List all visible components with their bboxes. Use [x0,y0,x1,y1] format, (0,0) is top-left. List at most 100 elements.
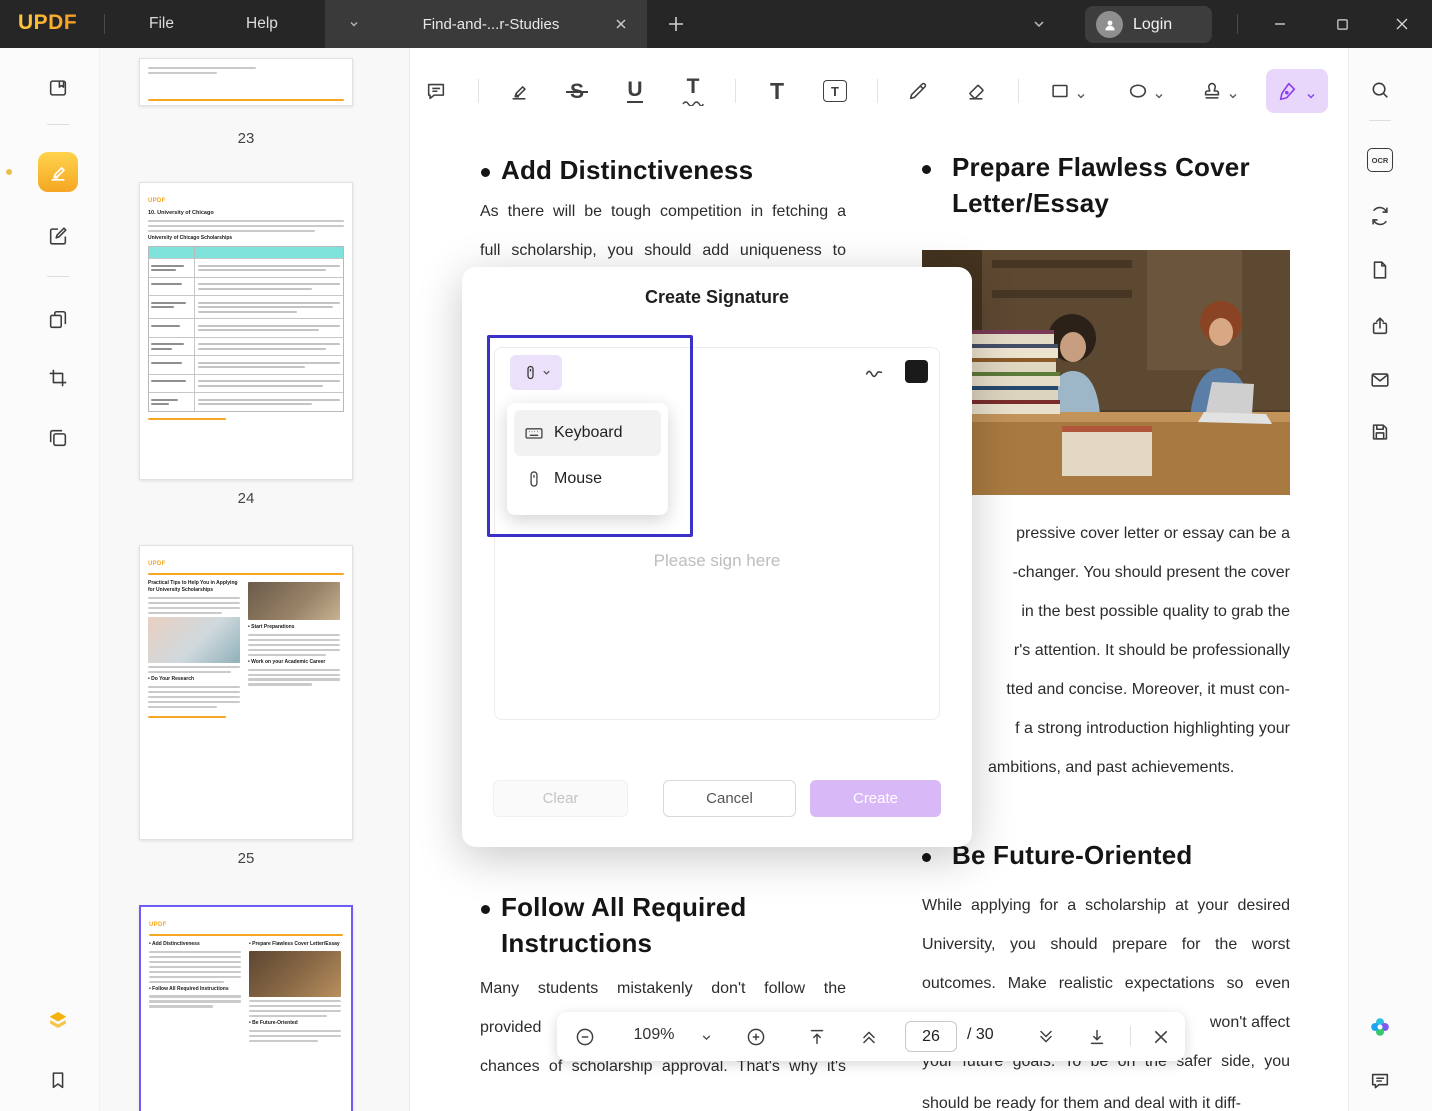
ellipse-shape-icon[interactable] [1121,74,1155,108]
thumbnail-text-lines [148,220,344,232]
color-swatch-black[interactable] [905,360,928,383]
ellipse-chevron-icon[interactable] [1152,79,1166,113]
file-menu[interactable]: File [135,0,188,48]
underline-icon[interactable]: U [618,74,652,108]
dialog-title: Create Signature [462,287,972,308]
ocr-icon[interactable]: OCR [1364,144,1396,176]
pencil-draw-icon[interactable] [901,74,935,108]
clear-button[interactable]: Clear [493,780,628,817]
divider [1369,120,1391,121]
organize-pages-icon[interactable] [38,300,78,340]
doc-text-line: f a strong introduction highlighting you… [1015,720,1290,738]
ai-assistant-icon[interactable] [1364,1011,1396,1043]
login-button[interactable]: Login [1085,6,1212,43]
zoom-chevron-icon[interactable] [699,1025,713,1049]
bullet-point [481,168,490,177]
signature-icon[interactable] [1270,74,1304,108]
divider [1018,79,1019,103]
active-indicator-dot [6,169,12,175]
doc-text-line: chances of scholarship approval. That's … [480,1058,846,1082]
reader-mode-icon[interactable] [38,68,78,108]
strikethrough-icon[interactable]: S [560,74,594,108]
dropdown-option-mouse[interactable]: Mouse [514,456,661,502]
maximize-button[interactable] [1326,8,1358,40]
zoom-level[interactable]: 109% [619,1026,689,1044]
thumbnail-page-25[interactable]: UPDF Practical Tips to Help You in Apply… [139,545,353,840]
thumbnail-table [148,246,344,412]
share-icon[interactable] [1364,310,1396,342]
doc-text-line: tted and concise. Moreover, it must con- [1006,681,1290,699]
doc-text-line: provided [480,1019,541,1037]
create-button[interactable]: Create [810,780,941,817]
divider [1237,14,1238,34]
convert-icon[interactable] [1364,200,1396,232]
minimize-button[interactable] [1264,8,1296,40]
thumb-bullet: • Start Preparations [248,624,340,631]
search-icon[interactable] [1364,74,1396,106]
doc-text-line: ambitions, and past achievements. [988,759,1234,777]
save-icon[interactable] [1364,416,1396,448]
doc-text-line: University, you should prepare for the w… [922,936,1290,960]
close-button[interactable] [1386,8,1418,40]
thumbnail-text-lines [148,67,344,74]
crop-pages-icon[interactable] [38,358,78,398]
stroke-style-wave-icon[interactable] [862,362,886,384]
thumbnail-page-23[interactable] [139,58,353,106]
divider [877,79,878,103]
note-comment-icon[interactable] [419,74,453,108]
tab-chevron-icon[interactable] [349,19,359,29]
thumbnail-text-lines [249,1000,341,1017]
last-page-icon[interactable] [1085,1025,1109,1049]
eraser-icon[interactable] [959,74,993,108]
previous-page-icon[interactable] [857,1025,881,1049]
updf-app-window: UPDF File Help Find-and-...r-Studies Log… [0,0,1432,1111]
thumbnail-page-24[interactable]: UPDF 10. University of Chicago Universit… [139,182,353,480]
current-page-input[interactable]: 26 [905,1021,957,1052]
text-box-icon[interactable]: T [818,74,852,108]
thumb-heading: • Be Future-Oriented [249,1020,341,1027]
zoom-out-icon[interactable] [573,1025,597,1049]
bookmark-icon[interactable] [38,1060,78,1100]
login-label: Login [1133,16,1172,34]
thumb-title: 10. University of Chicago [148,210,344,217]
batch-process-icon[interactable] [38,418,78,458]
tab-list-chevron-icon[interactable] [1032,18,1046,30]
edit-pdf-icon[interactable] [38,216,78,256]
document-tab[interactable]: Find-and-...r-Studies [325,0,647,48]
new-tab-button[interactable] [664,12,688,36]
page-edit-icon[interactable] [1364,254,1396,286]
feedback-chat-icon[interactable] [1364,1065,1396,1097]
layers-icon[interactable] [38,1000,78,1040]
rectangle-chevron-icon[interactable] [1074,79,1088,113]
stamp-chevron-icon[interactable] [1226,79,1240,113]
dropdown-option-keyboard[interactable]: Keyboard [514,410,661,456]
highlight-icon[interactable] [502,74,536,108]
thumbnail-text-lines [248,669,340,686]
create-signature-dialog: Create Signature Keyboard Mouse Please s… [462,267,972,847]
thumbnail-text-lines [149,951,241,983]
tab-close-icon[interactable] [615,18,627,30]
mail-icon[interactable] [1364,364,1396,396]
text-comment-icon[interactable]: T [760,74,794,108]
thumbnail-page-26-selected[interactable]: UPDF • Add Distinctiveness • Follow All … [139,905,353,1111]
stamp-icon[interactable] [1195,74,1229,108]
doc-heading-future-oriented: Be Future-Oriented [952,840,1193,871]
first-page-icon[interactable] [805,1025,829,1049]
close-navbar-icon[interactable] [1149,1025,1173,1049]
next-page-icon[interactable] [1034,1025,1058,1049]
cancel-button[interactable]: Cancel [663,780,796,817]
signature-chevron-icon[interactable] [1304,79,1318,113]
help-menu[interactable]: Help [232,0,292,48]
input-mode-dropdown-menu: Keyboard Mouse [507,403,668,515]
zoom-in-icon[interactable] [744,1025,768,1049]
comment-tool-active[interactable] [38,152,78,192]
divider [104,14,105,34]
squiggly-underline-icon[interactable]: T [676,74,710,108]
rectangle-shape-icon[interactable] [1043,74,1077,108]
keyboard-icon [524,423,544,443]
tab-title: Find-and-...r-Studies [383,16,599,33]
left-sidebar [0,48,100,1111]
thumb-heading: • Follow All Required Instructions [149,986,241,993]
doc-text-line-clipped: should be ready for them and deal with i… [922,1095,1241,1111]
thumbnail-text-lines [248,634,340,656]
